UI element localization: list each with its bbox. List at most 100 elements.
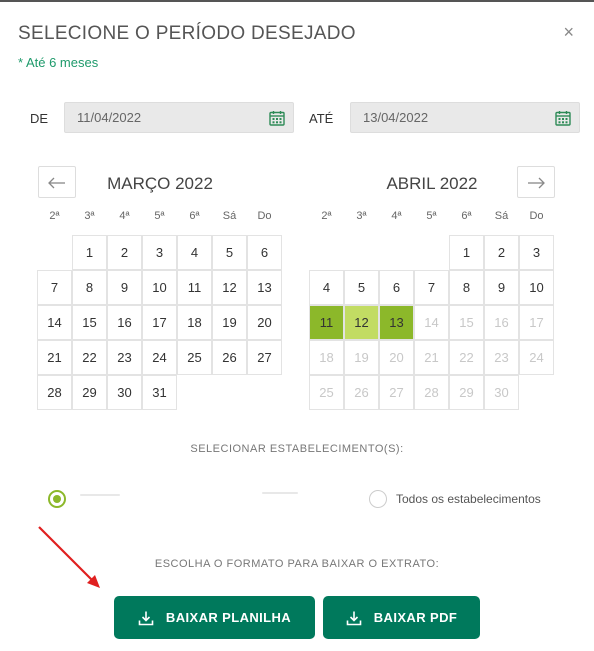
- april-day-cell[interactable]: 9: [484, 270, 519, 305]
- redacted-establishment-name: [262, 492, 298, 494]
- download-icon: [346, 611, 362, 625]
- april-day-cell: 25: [309, 375, 344, 410]
- april-day-cell[interactable]: 5: [344, 270, 379, 305]
- download-spreadsheet-label: BAIXAR PLANILHA: [165, 610, 292, 625]
- weekday-header: 3ª: [356, 210, 367, 222]
- download-icon: [138, 611, 154, 625]
- annotation-arrow: [38, 526, 100, 588]
- april-day-cell: 15: [449, 305, 484, 340]
- download-spreadsheet-button[interactable]: BAIXAR PLANILHA: [114, 596, 315, 639]
- april-day-cell: 14: [414, 305, 449, 340]
- april-day-cell[interactable]: 2: [484, 235, 519, 270]
- march-day-cell[interactable]: 10: [142, 270, 177, 305]
- establishment-heading: SELECIONAR ESTABELECIMENTO(S):: [190, 443, 404, 455]
- march-day-cell[interactable]: 7: [37, 270, 72, 305]
- arrow-left-icon: [48, 177, 65, 189]
- march-day-cell[interactable]: 31: [142, 375, 177, 410]
- april-day-cell[interactable]: 4: [309, 270, 344, 305]
- april-day-cell: 24: [519, 340, 554, 375]
- weekday-header: 2ª: [321, 210, 332, 222]
- calendar-icon[interactable]: [555, 110, 571, 126]
- weekday-header: 4ª: [391, 210, 402, 222]
- march-day-cell[interactable]: 3: [142, 235, 177, 270]
- from-date-input[interactable]: [65, 103, 247, 132]
- march-day-cell[interactable]: 5: [212, 235, 247, 270]
- march-day-cell[interactable]: 1: [72, 235, 107, 270]
- march-day-cell[interactable]: 11: [177, 270, 212, 305]
- to-date-field[interactable]: [350, 102, 580, 133]
- weekday-header: Sá: [222, 210, 237, 222]
- march-day-cell[interactable]: 27: [247, 340, 282, 375]
- prev-month-button[interactable]: [38, 166, 76, 198]
- april-day-cell: 26: [344, 375, 379, 410]
- march-day-cell[interactable]: 19: [212, 305, 247, 340]
- redacted-establishment-name: [80, 494, 120, 496]
- march-day-cell[interactable]: 28: [37, 375, 72, 410]
- march-day-cell[interactable]: 13: [247, 270, 282, 305]
- from-label: DE: [30, 111, 49, 126]
- april-day-cell[interactable]: 13: [379, 305, 414, 340]
- april-day-cell[interactable]: 10: [519, 270, 554, 305]
- march-day-cell[interactable]: 24: [142, 340, 177, 375]
- from-date-field[interactable]: [64, 102, 294, 133]
- march-day-cell[interactable]: 26: [212, 340, 247, 375]
- march-day-cell[interactable]: 14: [37, 305, 72, 340]
- april-day-cell[interactable]: 7: [414, 270, 449, 305]
- weekday-header: 6ª: [189, 210, 200, 222]
- march-day-cell[interactable]: 12: [212, 270, 247, 305]
- april-day-cell: 16: [484, 305, 519, 340]
- march-day-cell[interactable]: 15: [72, 305, 107, 340]
- april-day-cell[interactable]: 8: [449, 270, 484, 305]
- to-date-input[interactable]: [351, 103, 533, 132]
- april-day-cell[interactable]: 1: [449, 235, 484, 270]
- april-day-cell[interactable]: 3: [519, 235, 554, 270]
- march-day-cell[interactable]: 4: [177, 235, 212, 270]
- march-day-cell[interactable]: 20: [247, 305, 282, 340]
- march-day-cell[interactable]: 22: [72, 340, 107, 375]
- march-day-cell[interactable]: 2: [107, 235, 142, 270]
- right-month-title: ABRIL 2022: [386, 174, 478, 193]
- download-pdf-button[interactable]: BAIXAR PDF: [323, 596, 480, 639]
- april-day-cell: 19: [344, 340, 379, 375]
- april-day-cell: 27: [379, 375, 414, 410]
- march-day-cell[interactable]: 9: [107, 270, 142, 305]
- march-day-cell[interactable]: 16: [107, 305, 142, 340]
- weekday-header: 6ª: [461, 210, 472, 222]
- weekday-header: Do: [257, 210, 272, 222]
- weekday-header: 5ª: [426, 210, 437, 222]
- weekday-header: Sá: [494, 210, 509, 222]
- march-day-cell[interactable]: 8: [72, 270, 107, 305]
- march-day-cell[interactable]: 29: [72, 375, 107, 410]
- weekday-header: 2ª: [49, 210, 60, 222]
- april-day-cell: 30: [484, 375, 519, 410]
- period-modal: SELECIONE O PERÍODO DESEJADO * Até 6 mes…: [0, 0, 594, 651]
- april-day-cell[interactable]: 11: [309, 305, 344, 340]
- march-day-cell[interactable]: 18: [177, 305, 212, 340]
- calendar-icon[interactable]: [269, 110, 285, 126]
- march-day-cell[interactable]: 21: [37, 340, 72, 375]
- next-month-button[interactable]: [517, 166, 555, 198]
- april-day-cell[interactable]: 12: [344, 305, 379, 340]
- weekday-header: Do: [529, 210, 544, 222]
- april-day-cell: 28: [414, 375, 449, 410]
- left-month-title: MARÇO 2022: [107, 174, 213, 193]
- april-day-cell[interactable]: 6: [379, 270, 414, 305]
- april-day-cell: 17: [519, 305, 554, 340]
- march-day-cell[interactable]: 17: [142, 305, 177, 340]
- april-day-cell: 29: [449, 375, 484, 410]
- march-day-cell[interactable]: 6: [247, 235, 282, 270]
- to-label: ATÉ: [309, 111, 334, 126]
- april-day-cell: 18: [309, 340, 344, 375]
- close-icon[interactable]: ×: [563, 22, 574, 43]
- march-day-cell[interactable]: 25: [177, 340, 212, 375]
- establishment-radio-selected[interactable]: [48, 490, 66, 508]
- april-day-cell: 22: [449, 340, 484, 375]
- all-establishments-radio[interactable]: [369, 490, 387, 508]
- weekday-header: 5ª: [154, 210, 165, 222]
- april-day-cell: 21: [414, 340, 449, 375]
- march-day-cell[interactable]: 30: [107, 375, 142, 410]
- download-pdf-label: BAIXAR PDF: [373, 610, 458, 625]
- march-day-cell[interactable]: 23: [107, 340, 142, 375]
- april-day-cell: 20: [379, 340, 414, 375]
- april-day-cell: 23: [484, 340, 519, 375]
